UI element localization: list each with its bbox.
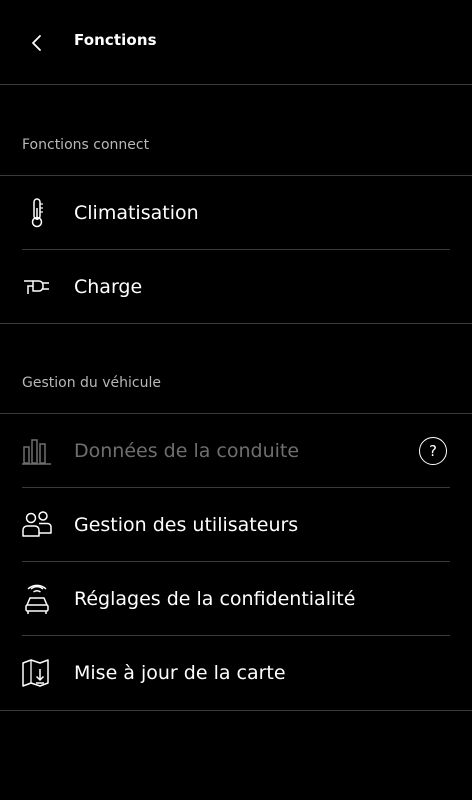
list-item-label: Gestion des utilisateurs bbox=[74, 513, 299, 536]
plug-icon bbox=[20, 270, 54, 304]
page-title: Fonctions bbox=[74, 31, 157, 49]
bar-chart-icon bbox=[20, 434, 54, 468]
list-item-map-update[interactable]: Mise à jour de la carte bbox=[0, 636, 472, 709]
users-icon bbox=[20, 508, 54, 542]
list-item-driving-data[interactable]: Données de la conduite ? bbox=[0, 414, 472, 487]
divider bbox=[0, 710, 472, 711]
top-bar: Fonctions bbox=[0, 0, 472, 85]
list-item-label: Charge bbox=[74, 275, 143, 298]
list-item-label: Mise à jour de la carte bbox=[74, 661, 286, 684]
list-item-label: Climatisation bbox=[74, 201, 199, 224]
help-button[interactable]: ? bbox=[419, 436, 447, 465]
section-title-vehicle: Gestion du véhicule bbox=[22, 375, 161, 391]
connected-car-icon bbox=[20, 582, 54, 616]
list-item-label: Réglages de la confidentialité bbox=[74, 587, 356, 610]
list-item-privacy-settings[interactable]: Réglages de la confidentialité bbox=[0, 562, 472, 635]
thermometer-icon bbox=[20, 196, 54, 230]
chevron-left-icon bbox=[32, 35, 41, 51]
list-item-charge[interactable]: Charge bbox=[0, 250, 472, 323]
list-item-label: Données de la conduite bbox=[74, 439, 300, 462]
divider bbox=[0, 323, 472, 324]
section-title-connect: Fonctions connect bbox=[22, 137, 150, 153]
map-download-icon bbox=[20, 656, 54, 690]
list-item-user-management[interactable]: Gestion des utilisateurs bbox=[0, 488, 472, 561]
back-button[interactable] bbox=[22, 28, 52, 58]
list-item-climatisation[interactable]: Climatisation bbox=[0, 176, 472, 249]
